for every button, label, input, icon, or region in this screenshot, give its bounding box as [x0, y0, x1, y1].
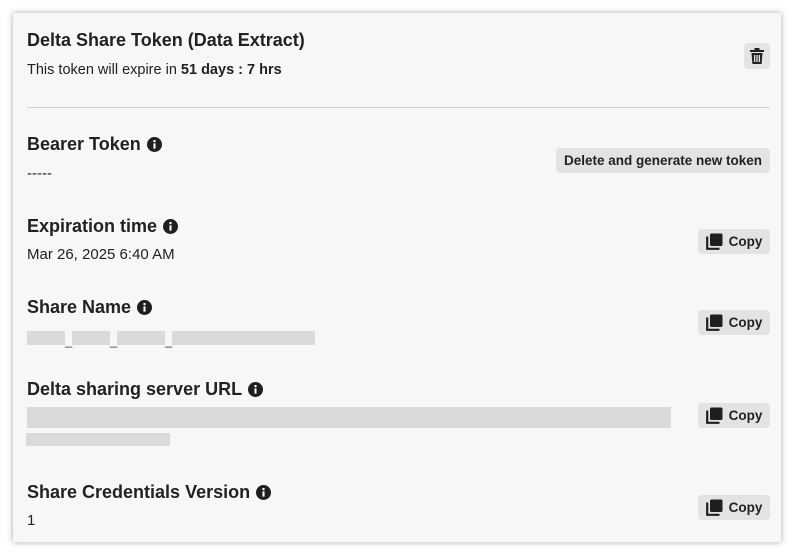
expiration-time-value: Mar 26, 2025 6:40 AM	[27, 246, 175, 263]
redacted-block	[27, 407, 671, 428]
info-icon[interactable]	[248, 382, 264, 397]
redacted-block	[117, 331, 165, 345]
expiration-time-label: Expiration time	[27, 216, 179, 237]
expiration-time-label-text: Expiration time	[27, 216, 158, 236]
expiry-prefix: This token will expire in	[27, 62, 181, 78]
credentials-version-value: 1	[27, 512, 36, 529]
copy-icon	[705, 499, 723, 516]
token-panel: Delta Share Token (Data Extract) This to…	[13, 13, 781, 542]
credentials-version-label: Share Credentials Version	[27, 482, 272, 503]
copy-icon	[705, 407, 723, 424]
copy-label: Copy	[728, 315, 763, 330]
regenerate-token-button[interactable]: Delete and generate new token	[556, 148, 770, 173]
copy-expiration-button[interactable]: Copy	[698, 229, 770, 254]
redacted-block	[172, 331, 315, 345]
copy-label: Copy	[728, 234, 763, 249]
expiry-notice: This token will expire in 51 days : 7 hr…	[27, 62, 282, 78]
bearer-token-label-text: Bearer Token	[27, 134, 141, 154]
server-url-label-text: Delta sharing server URL	[27, 379, 243, 399]
copy-icon	[705, 233, 723, 250]
copy-server-url-button[interactable]: Copy	[698, 403, 770, 428]
bearer-token-label: Bearer Token	[27, 134, 162, 155]
redacted-block	[26, 433, 170, 446]
redacted-block	[27, 331, 65, 345]
trash-icon	[750, 48, 764, 64]
copy-share-name-button[interactable]: Copy	[698, 310, 770, 335]
panel-title: Delta Share Token (Data Extract)	[27, 30, 305, 50]
copy-credentials-version-button[interactable]: Copy	[698, 495, 770, 520]
bearer-token-value: -----	[27, 165, 52, 182]
share-name-label-text: Share Name	[27, 297, 132, 317]
info-icon[interactable]	[256, 485, 272, 500]
info-icon[interactable]	[163, 219, 179, 234]
server-url-label: Delta sharing server URL	[27, 379, 264, 400]
redacted-block	[72, 331, 110, 345]
expiry-value: 51 days : 7 hrs	[180, 62, 282, 78]
copy-label: Copy	[728, 408, 763, 423]
credentials-version-label-text: Share Credentials Version	[27, 482, 251, 502]
copy-icon	[705, 314, 723, 331]
delete-token-button[interactable]	[744, 43, 770, 69]
info-icon[interactable]	[146, 137, 162, 152]
header-divider	[27, 107, 770, 108]
info-icon[interactable]	[137, 300, 153, 315]
copy-label: Copy	[728, 500, 763, 515]
share-name-label: Share Name	[27, 297, 153, 318]
